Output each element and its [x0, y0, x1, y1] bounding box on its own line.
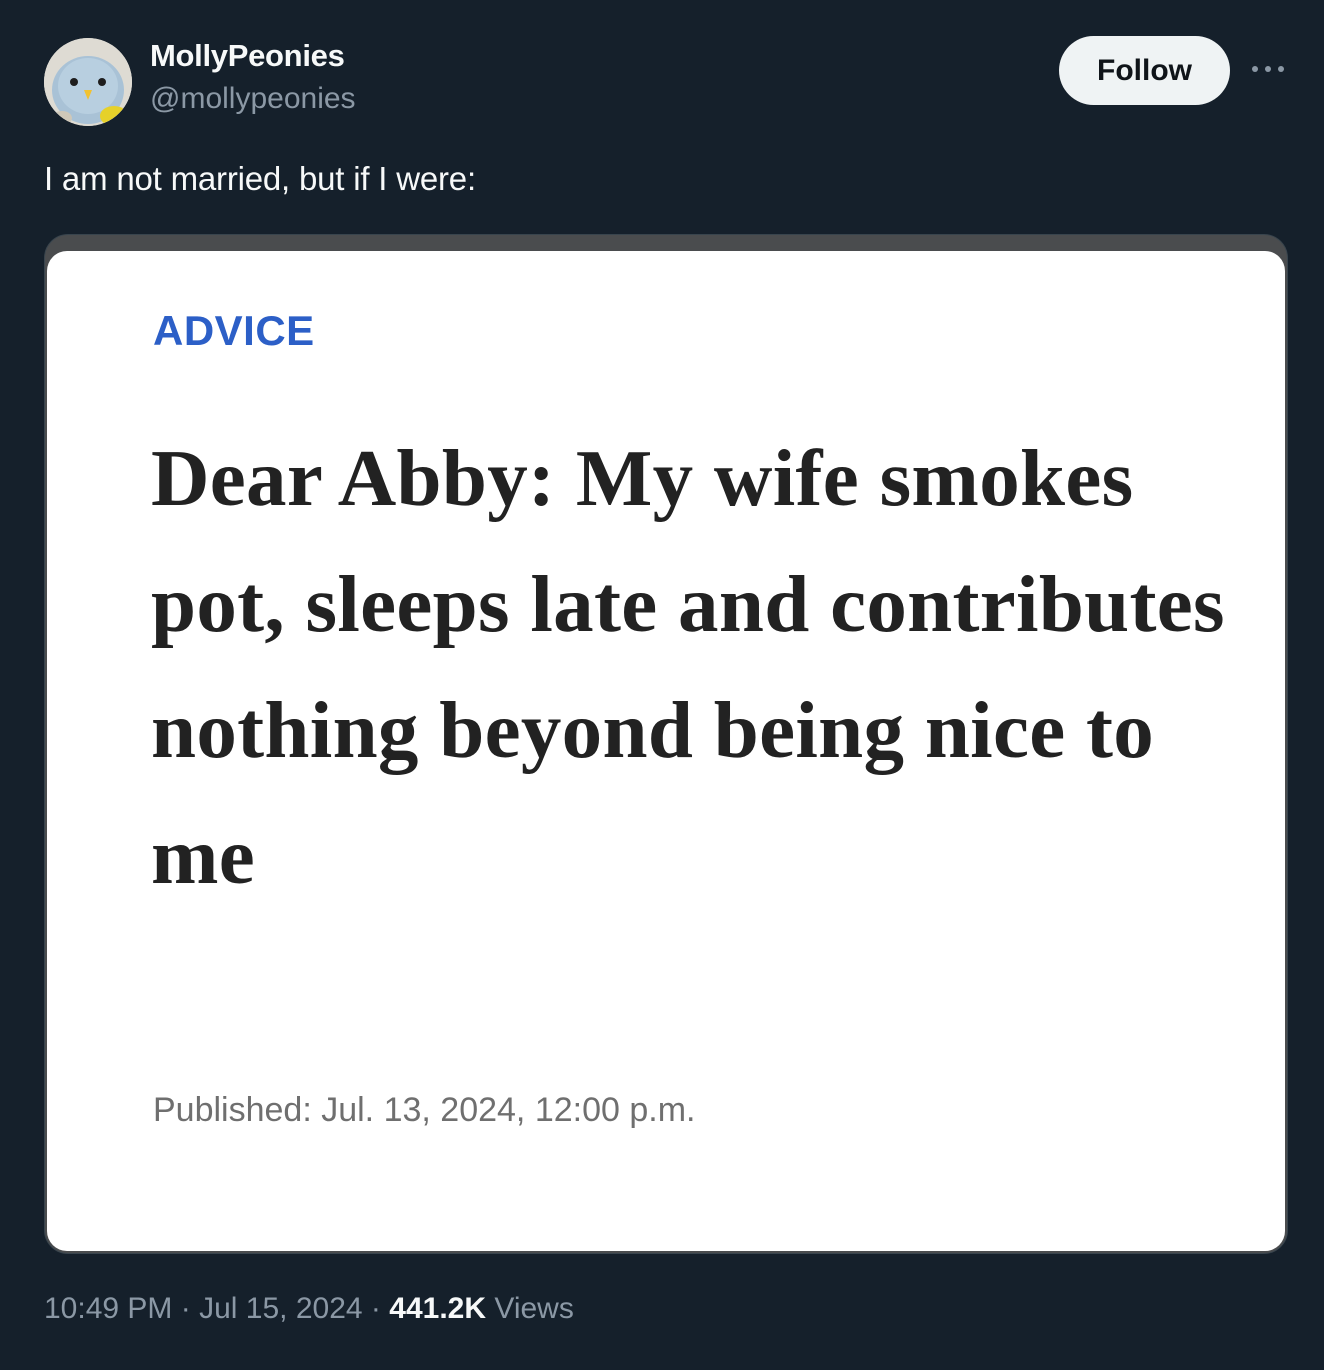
author-display-name[interactable]: MollyPeonies — [150, 38, 345, 74]
follow-button[interactable]: Follow — [1059, 36, 1230, 105]
tweet-time[interactable]: 10:49 PM — [44, 1292, 172, 1325]
tweet-container: MollyPeonies @mollypeonies Follow I am n… — [0, 0, 1324, 1370]
more-options-icon[interactable] — [1250, 58, 1286, 82]
article-screenshot: ADVICE Dear Abby: My wife smokes pot, sl… — [47, 251, 1285, 1251]
tweet-text: I am not married, but if I were: — [44, 160, 476, 197]
article-category: ADVICE — [153, 307, 315, 354]
tweet-meta: 10:49 PM · Jul 15, 2024 · 441.2K Views — [44, 1292, 574, 1326]
views-label: Views — [494, 1292, 574, 1325]
meta-separator: · — [180, 1292, 191, 1325]
avatar[interactable] — [44, 38, 132, 126]
tweet-date[interactable]: Jul 15, 2024 — [199, 1292, 362, 1325]
author-handle[interactable]: @mollypeonies — [150, 82, 356, 116]
views-count: 441.2K — [389, 1292, 487, 1325]
meta-separator: · — [370, 1292, 381, 1325]
crochet-bird-avatar-icon — [44, 38, 132, 126]
media-image[interactable]: ADVICE Dear Abby: My wife smokes pot, sl… — [44, 234, 1288, 1254]
article-headline: Dear Abby: My wife smokes pot, sleeps la… — [151, 433, 1225, 901]
article-published-date: Published: Jul. 13, 2024, 12:00 p.m. — [153, 1091, 696, 1129]
